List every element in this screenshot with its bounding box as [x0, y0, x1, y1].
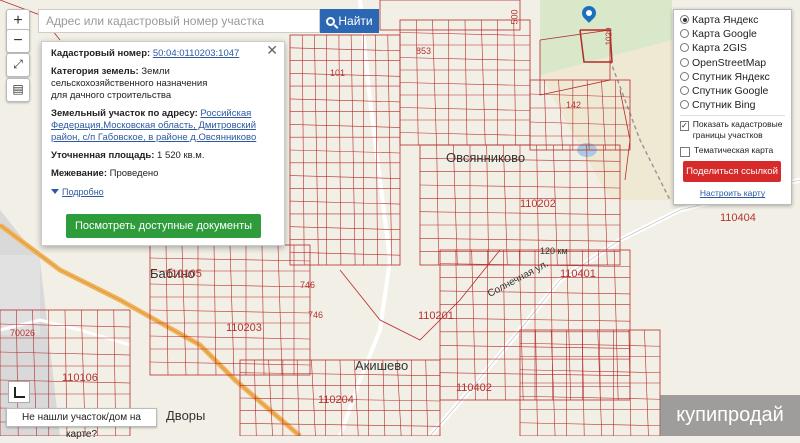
radio-icon[interactable] — [680, 29, 689, 39]
view-documents-button[interactable]: Посмотреть доступные документы — [66, 214, 261, 238]
share-link-button[interactable]: Поделиться ссылкой — [683, 161, 781, 183]
survey-value: Проведено — [109, 168, 159, 179]
printer-icon[interactable]: ▤ — [6, 78, 30, 102]
cadastral-number-label: Кадастровый номер: — [51, 48, 151, 59]
close-icon[interactable]: ✕ — [266, 43, 278, 57]
layer-option-yandex-satellite[interactable]: Спутник Яндекс — [680, 70, 785, 84]
show-borders-option[interactable]: ✓ Показать кадастровые границы участков — [680, 119, 785, 141]
parcel-label: 500 — [509, 9, 520, 25]
map-layers-panel: Карта Яндекс Карта Google Карта 2GIS Ope… — [673, 9, 792, 205]
cadastral-number-link[interactable]: 50:04:0110203:1047 — [153, 48, 239, 59]
quarter-label: 110201 — [418, 310, 454, 322]
radio-icon[interactable] — [680, 100, 689, 110]
area-label: Уточненная площадь: — [51, 150, 155, 161]
expand-icon[interactable]: ⤢ — [6, 53, 30, 77]
quarter-label: 110204 — [318, 394, 354, 406]
search-button[interactable]: Найти — [320, 9, 379, 33]
layer-option-2gis-map[interactable]: Карта 2GIS — [680, 41, 785, 55]
thematic-map-option[interactable]: Тематическая карта — [680, 145, 785, 158]
parcel-label: 70026 — [10, 328, 36, 338]
divider — [680, 115, 785, 117]
radio-icon[interactable] — [680, 71, 689, 81]
radio-icon[interactable] — [680, 43, 689, 53]
search-input[interactable] — [38, 9, 320, 33]
layer-option-bing-satellite[interactable]: Спутник Bing — [680, 98, 785, 112]
legend-toggle-icon[interactable] — [8, 381, 30, 403]
quarter-label: 110401 — [560, 268, 596, 280]
parcel-label: 101 — [330, 68, 346, 78]
quarter-label: 110202 — [520, 198, 556, 210]
setup-map-link[interactable]: Настроить карту — [680, 188, 785, 198]
land-category-label: Категория земель: — [51, 66, 139, 77]
radio-icon[interactable] — [680, 15, 689, 24]
quarter-label: 110106 — [62, 372, 98, 384]
more-details-link[interactable]: Подробно — [51, 186, 275, 198]
layer-option-yandex-map[interactable]: Карта Яндекс — [680, 13, 785, 27]
quarter-label: 110404 — [720, 212, 756, 224]
distance-label: 120 км — [540, 246, 568, 256]
layer-option-google-map[interactable]: Карта Google — [680, 27, 785, 41]
layer-option-osm[interactable]: OpenStreetMap — [680, 56, 785, 70]
parcel-label: 853 — [416, 46, 432, 56]
survey-label: Межевание: — [51, 168, 107, 179]
address-label: Земельный участок по адресу: — [51, 108, 198, 119]
radio-icon[interactable] — [680, 57, 689, 67]
village-label: Акишево — [355, 358, 409, 373]
parcel-label: 746 — [300, 280, 316, 290]
quarter-label: 110105 — [166, 268, 202, 280]
parcel-label: 1029 — [604, 27, 614, 46]
parcel-label: 142 — [566, 100, 582, 110]
chevron-down-icon — [51, 189, 59, 194]
village-label: Дворы — [166, 408, 206, 423]
village-label: Овсянниково — [446, 150, 526, 165]
layer-option-google-satellite[interactable]: Спутник Google — [680, 84, 785, 98]
radio-icon[interactable] — [680, 85, 689, 95]
parcel-label: 746 — [308, 310, 324, 320]
watermark-logo: купипродай — [660, 395, 800, 436]
checkbox-icon[interactable] — [680, 147, 690, 158]
parcel-info-panel: ✕ Кадастровый номер: 50:04:0110203:1047 … — [41, 41, 285, 246]
not-found-button[interactable]: Не нашли участок/дом на карте? — [6, 408, 157, 440]
checkbox-checked-icon[interactable]: ✓ — [680, 121, 689, 132]
search-icon — [326, 17, 336, 26]
zoom-out-button[interactable]: − — [6, 29, 30, 53]
land-purpose-value: для дачного строительства — [51, 90, 172, 101]
quarter-label: 110402 — [456, 382, 492, 394]
quarter-label: 110203 — [226, 322, 262, 334]
area-value: 1 520 кв.м. — [157, 150, 205, 161]
